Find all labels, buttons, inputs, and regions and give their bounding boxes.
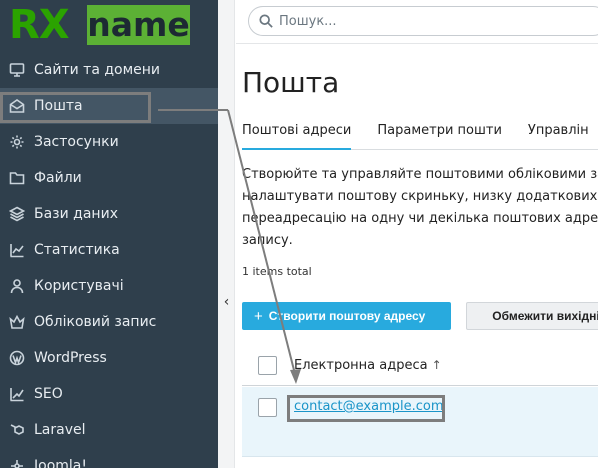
tab-mail-addresses[interactable]: Поштові адреси — [242, 122, 352, 150]
table-header: Електронна адреса ↑ — [242, 348, 598, 386]
sidebar-item-label: SEO — [34, 386, 63, 402]
sort-up-icon: ↑ — [431, 358, 442, 372]
sidebar-item-laravel[interactable]: Laravel — [0, 412, 218, 448]
sidebar-item-label: Joomla! — [34, 458, 87, 468]
seo-icon — [9, 386, 25, 402]
folder-icon — [9, 170, 25, 186]
layers-icon — [9, 206, 25, 222]
sidebar-item-label: Статистика — [34, 242, 120, 258]
highlight-box-mail — [0, 92, 151, 123]
sidebar-item-applications[interactable]: Застосунки — [0, 124, 218, 160]
top-bar — [236, 0, 598, 44]
search-icon — [259, 14, 273, 28]
tab-management[interactable]: Управлін — [528, 122, 589, 150]
search-input[interactable] — [279, 13, 579, 29]
sidebar: RX name Сайти та домени Пошта Застосунки… — [0, 0, 218, 468]
plus-icon: + — [254, 307, 263, 325]
sidebar-item-account[interactable]: Обліковий запис — [0, 304, 218, 340]
sidebar-item-wordpress[interactable]: WordPress — [0, 340, 218, 376]
joomla-icon — [9, 458, 25, 468]
sidebar-item-label: Обліковий запис — [34, 314, 157, 330]
monitor-icon — [9, 62, 25, 78]
gear-icon — [9, 134, 25, 150]
tabs: Поштові адреси Параметри пошти Управлін — [242, 122, 598, 150]
description-line: Створюйте та управляйте поштовими обліко… — [242, 167, 598, 182]
sidebar-item-joomla[interactable]: Joomla! — [0, 448, 218, 468]
sidebar-item-label: Користувачі — [34, 278, 124, 294]
highlight-box-email — [287, 395, 445, 422]
sidebar-item-label: WordPress — [34, 350, 107, 366]
sidebar-collapse-strip — [218, 0, 235, 468]
logo-rx: RX — [9, 2, 70, 48]
description-line: налаштувати поштову скриньку, низку дода… — [242, 189, 598, 204]
description: Створюйте та управляйте поштовими обліко… — [242, 164, 598, 252]
logo[interactable]: RX name — [9, 2, 190, 48]
sidebar-item-label: Застосунки — [34, 134, 119, 150]
limit-outgoing-button[interactable]: Обмежити вихідні — [466, 302, 598, 330]
sidebar-item-users[interactable]: Користувачі — [0, 268, 218, 304]
select-all-checkbox[interactable] — [258, 356, 277, 375]
tab-mail-settings[interactable]: Параметри пошти — [377, 122, 502, 150]
chevron-left-icon[interactable]: ‹ — [218, 288, 235, 316]
items-total: 1 items total — [242, 265, 312, 278]
laravel-icon — [9, 422, 25, 438]
user-icon — [9, 278, 25, 294]
sidebar-item-seo[interactable]: SEO — [0, 376, 218, 412]
chart-icon — [9, 242, 25, 258]
sidebar-item-files[interactable]: Файли — [0, 160, 218, 196]
sidebar-item-statistics[interactable]: Статистика — [0, 232, 218, 268]
search-box[interactable] — [248, 6, 598, 36]
row-checkbox[interactable] — [258, 398, 277, 417]
column-email-address[interactable]: Електронна адреса ↑ — [294, 358, 442, 373]
description-line: запису. — [242, 233, 293, 248]
sidebar-item-label: Laravel — [34, 422, 86, 438]
page-title: Пошта — [242, 66, 340, 99]
sidebar-item-label: Файли — [34, 170, 82, 186]
create-mail-address-button[interactable]: + Створити поштову адресу — [242, 302, 451, 330]
sidebar-item-label: Сайти та домени — [34, 62, 161, 78]
sidebar-item-sites-domains[interactable]: Сайти та домени — [0, 52, 218, 88]
create-button-label: Створити поштову адресу — [268, 309, 426, 323]
crown-icon — [9, 314, 25, 330]
column-label: Електронна адреса — [294, 358, 428, 373]
sidebar-item-databases[interactable]: Бази даних — [0, 196, 218, 232]
sidebar-item-label: Бази даних — [34, 206, 118, 222]
logo-name: name — [87, 5, 190, 45]
wordpress-icon — [9, 350, 25, 366]
description-line: переадресацію на одну чи декілька поштов… — [242, 211, 598, 226]
